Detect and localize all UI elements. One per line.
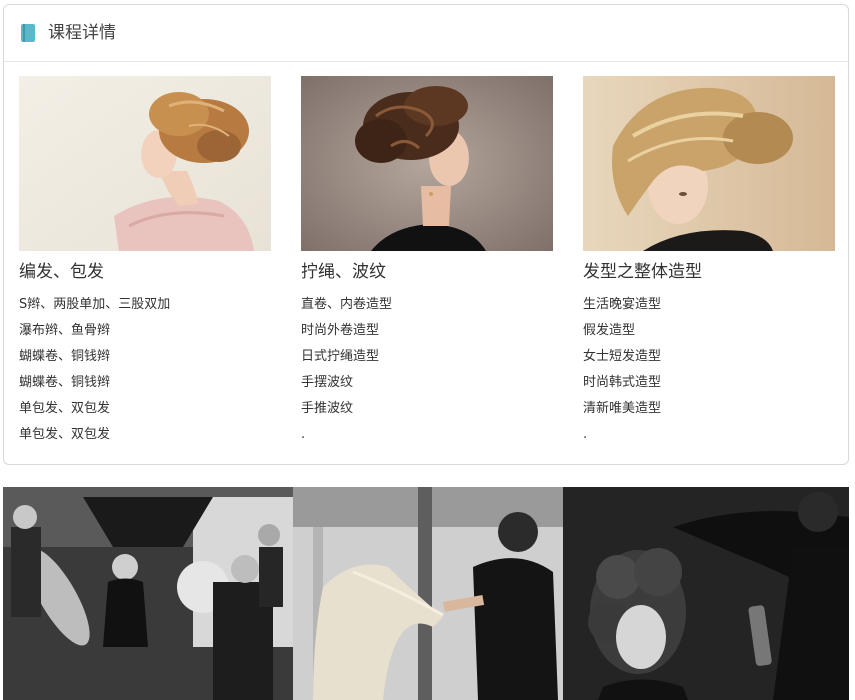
photo-studio-shoot bbox=[3, 487, 293, 700]
list-item: S辫、两股单加、三股双加 bbox=[19, 297, 171, 312]
course-heading: 发型之整体造型 bbox=[583, 262, 702, 282]
list-item: 时尚外卷造型 bbox=[301, 323, 380, 338]
updo-braid-woman-photo[interactable] bbox=[19, 76, 271, 251]
course-topic-list: S辫、两股单加、三股双加 瀑布辫、鱼骨辫 蝴蝶卷、铜钱辫 蝴蝶卷、铜钱辫 单包发… bbox=[19, 296, 170, 452]
list-item: 日式拧绳造型 bbox=[301, 349, 380, 364]
list-item: 手推波纹 bbox=[301, 401, 354, 416]
panel-title: 课程详情 bbox=[48, 23, 116, 43]
list-item: 直卷、内卷造型 bbox=[301, 297, 393, 312]
stylist-spraying-curls bbox=[563, 487, 849, 700]
photo-gallery-banner bbox=[3, 487, 849, 700]
list-item: 女士短发造型 bbox=[583, 349, 662, 364]
list-item: 生活晚宴造型 bbox=[583, 297, 662, 312]
course-details-panel: 课程详情 编发、包发 S辫、两股单加、三股双加 瀑布辫、鱼骨辫 蝴蝶卷、铜钱辫 … bbox=[3, 4, 849, 465]
list-item: . bbox=[301, 427, 306, 442]
stylist-cutting-long-hair bbox=[293, 487, 563, 700]
list-item: 手摆波纹 bbox=[301, 375, 354, 390]
list-item: 清新唯美造型 bbox=[583, 401, 662, 416]
panel-header: 课程详情 bbox=[4, 5, 848, 62]
list-item: 蝴蝶卷、铜钱辫 bbox=[19, 349, 111, 364]
list-item: 单包发、双包发 bbox=[19, 401, 111, 416]
curled-updo-woman-photo[interactable] bbox=[301, 76, 553, 251]
list-item: 蝴蝶卷、铜钱辫 bbox=[19, 375, 111, 390]
book-icon bbox=[21, 24, 35, 42]
blonde-side-chignon-photo[interactable] bbox=[583, 76, 835, 251]
list-item: 时尚韩式造型 bbox=[583, 375, 662, 390]
course-heading: 编发、包发 bbox=[19, 262, 104, 282]
course-topic-list: 直卷、内卷造型 时尚外卷造型 日式拧绳造型 手摆波纹 手推波纹 . bbox=[301, 296, 392, 452]
list-item: 假发造型 bbox=[583, 323, 636, 338]
course-heading: 拧绳、波纹 bbox=[301, 262, 386, 282]
list-item: 瀑布辫、鱼骨辫 bbox=[19, 323, 111, 338]
course-topic-list: 生活晚宴造型 假发造型 女士短发造型 时尚韩式造型 清新唯美造型 . bbox=[583, 296, 661, 452]
list-item: . bbox=[583, 427, 588, 442]
list-item: 单包发、双包发 bbox=[19, 427, 111, 442]
